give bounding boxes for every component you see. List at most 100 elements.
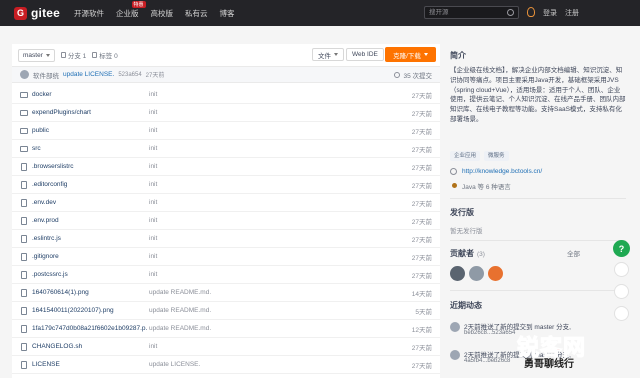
file-commit-message[interactable]: init xyxy=(149,91,157,98)
file-row[interactable]: CHANGELOG.sh init 27天前 xyxy=(12,338,440,356)
file-commit-message[interactable]: update README.md. xyxy=(149,307,211,314)
file-name[interactable]: .editorconfig xyxy=(32,181,67,188)
file-commit-message[interactable]: init xyxy=(149,181,157,188)
file-name[interactable]: expendPlugins/chart xyxy=(32,109,91,116)
file-row[interactable]: expendPlugins/chart init 27天前 xyxy=(12,104,440,122)
nav-enterprise[interactable]: 企业版 特惠 xyxy=(116,0,146,19)
register-link[interactable]: 注册 xyxy=(565,8,579,18)
commit-time: 27天前 xyxy=(145,73,165,79)
tags-link[interactable]: 标签 0 xyxy=(92,50,118,60)
topic-tag[interactable]: 微服务 xyxy=(484,151,509,161)
file-row[interactable]: docker init 27天前 xyxy=(12,86,440,104)
activity-commit-range[interactable]: beb26c8...523a654 xyxy=(464,330,515,336)
file-row[interactable]: .browserslistrc init 27天前 xyxy=(12,158,440,176)
avatar[interactable] xyxy=(469,266,484,281)
file-name[interactable]: .env.prod xyxy=(32,217,59,224)
file-row[interactable]: .eslintrc.js init 27天前 xyxy=(12,230,440,248)
tag-icon xyxy=(92,52,98,58)
topic-tag[interactable]: 企业应用 xyxy=(450,151,481,161)
nav-private-cloud[interactable]: 私有云 xyxy=(185,8,208,19)
file-name[interactable]: CHANGELOG.sh xyxy=(32,343,82,350)
commit-message[interactable]: update LICENSE. xyxy=(63,71,114,78)
login-link[interactable]: 登录 xyxy=(543,8,557,18)
file-name[interactable]: .postcssrc.js xyxy=(32,271,68,278)
repo-description: 【企业级在线文档】，解决企业内部文档编辑、知识沉淀、知识协同等痛点。项目主要采用… xyxy=(450,67,626,123)
file-name[interactable]: 1fa179c747d0b08a21f6602e1b09287.p... xyxy=(32,325,147,332)
clone-download-button[interactable]: 克隆/下载 xyxy=(385,47,436,62)
avatar[interactable] xyxy=(450,322,460,332)
search-icon[interactable] xyxy=(507,9,514,16)
file-row[interactable]: 1640760614(1).png update README.md. 14天前 xyxy=(12,284,440,302)
file-row[interactable]: .env.prod init 27天前 xyxy=(12,212,440,230)
file-commit-message[interactable]: update README.md. xyxy=(149,289,211,296)
feedback-button[interactable] xyxy=(614,262,629,277)
contact-button[interactable] xyxy=(614,284,629,299)
avatar[interactable] xyxy=(450,350,460,360)
file-commit-message[interactable]: init xyxy=(149,235,157,242)
file-commit-message[interactable]: init xyxy=(149,253,157,260)
file-time: 27天前 xyxy=(411,236,432,244)
help-button[interactable]: ? xyxy=(613,240,630,257)
clone-button-label: 克隆/下载 xyxy=(393,52,421,60)
file-commit-message[interactable]: init xyxy=(149,343,157,350)
lightbulb-icon[interactable] xyxy=(527,7,535,17)
file-icon xyxy=(21,198,27,207)
activity-title: 近期动态 xyxy=(450,301,482,310)
file-commit-message[interactable]: init xyxy=(149,217,157,224)
file-row[interactable]: LICENSE update LICENSE. 27天前 xyxy=(12,356,440,374)
file-name[interactable]: 1641540011(20220107).png xyxy=(32,307,114,314)
file-icon xyxy=(21,162,27,171)
file-icon xyxy=(21,180,27,189)
file-name[interactable]: docker xyxy=(32,91,52,98)
file-name[interactable]: public xyxy=(32,127,49,134)
repo-toolbar: master 分支 1 标签 0 文件 Web IDE 克隆/下载 xyxy=(12,44,440,66)
file-row[interactable]: src init 27天前 xyxy=(12,140,440,158)
file-commit-message[interactable]: update README.md. xyxy=(149,325,211,332)
nav-education[interactable]: 高校版 xyxy=(151,8,174,19)
file-row[interactable]: .gitignore init 27天前 xyxy=(12,248,440,266)
file-row[interactable]: .editorconfig init 27天前 xyxy=(12,176,440,194)
file-row[interactable]: .postcssrc.js init 27天前 xyxy=(12,266,440,284)
avatar[interactable] xyxy=(20,70,29,79)
avatar[interactable] xyxy=(488,266,503,281)
nav-blog[interactable]: 博客 xyxy=(220,8,235,19)
file-name[interactable]: .eslintrc.js xyxy=(32,235,61,242)
file-name[interactable]: .env.dev xyxy=(32,199,56,206)
file-commit-message[interactable]: init xyxy=(149,163,157,170)
file-button[interactable]: 文件 xyxy=(312,48,344,61)
commit-count-link[interactable]: 35 次提交 xyxy=(394,70,432,80)
file-name[interactable]: .gitignore xyxy=(32,253,59,260)
branch-select[interactable]: master xyxy=(18,48,55,62)
file-commit-message[interactable]: init xyxy=(149,109,157,116)
avatar[interactable] xyxy=(450,266,465,281)
language-info[interactable]: Java 等 6 种语言 xyxy=(462,181,511,191)
file-commit-message[interactable]: init xyxy=(149,271,157,278)
file-row[interactable]: public init 27天前 xyxy=(12,122,440,140)
file-commit-message[interactable]: update LICENSE. xyxy=(149,361,200,368)
file-name[interactable]: 1640760614(1).png xyxy=(32,289,89,296)
homepage-link[interactable]: http://knowledge.bctools.cn/ xyxy=(462,168,542,175)
contributors-all-link[interactable]: 全部 xyxy=(567,248,580,258)
gitee-logo[interactable]: G gitee xyxy=(14,6,60,20)
search-input[interactable] xyxy=(424,6,519,19)
file-commit-message[interactable]: init xyxy=(149,199,157,206)
activity-commit-range[interactable]: 4a5fb4...beb26c8 xyxy=(464,358,510,364)
file-commit-message[interactable]: init xyxy=(149,127,157,134)
file-name[interactable]: LICENSE xyxy=(32,361,60,368)
back-to-top-button[interactable] xyxy=(614,306,629,321)
commit-hash[interactable]: 523a654 xyxy=(118,72,141,78)
file-name[interactable]: .browserslistrc xyxy=(32,163,74,170)
gitee-logo-icon: G xyxy=(14,6,27,20)
file-row[interactable]: .env.dev init 27天前 xyxy=(12,194,440,212)
file-name[interactable]: src xyxy=(32,145,41,152)
file-row[interactable]: 1641540011(20220107).png update README.m… xyxy=(12,302,440,320)
nav-open-source[interactable]: 开源软件 xyxy=(74,8,104,19)
branches-link[interactable]: 分支 1 xyxy=(60,50,86,60)
webide-button[interactable]: Web IDE xyxy=(346,48,384,61)
commit-count: 35 次提交 xyxy=(403,72,432,80)
branch-name: master xyxy=(23,51,43,59)
commit-author[interactable]: 软件部统 xyxy=(33,70,59,80)
file-commit-message[interactable]: init xyxy=(149,145,157,152)
file-time: 27天前 xyxy=(411,92,432,100)
file-row[interactable]: 1fa179c747d0b08a21f6602e1b09287.p... upd… xyxy=(12,320,440,338)
